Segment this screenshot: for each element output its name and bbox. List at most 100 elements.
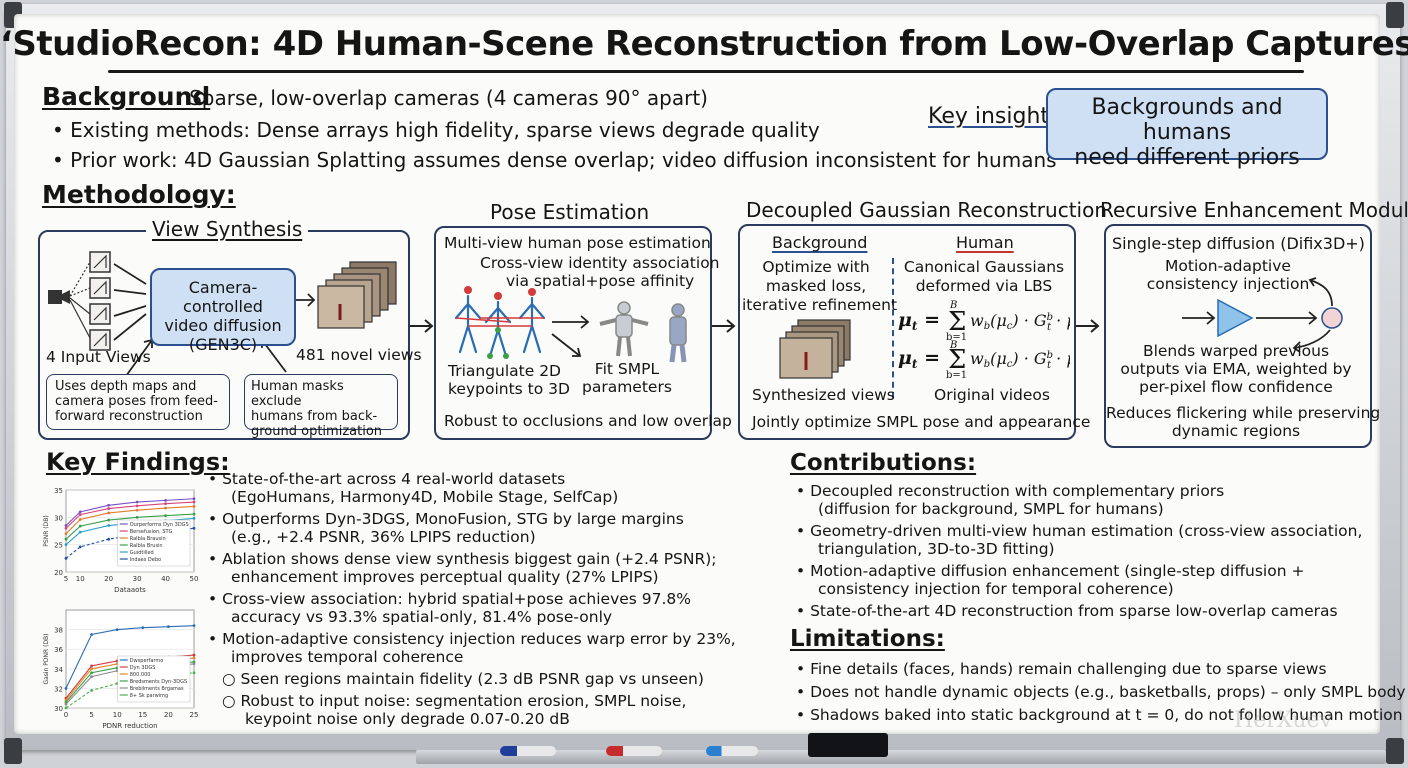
red-marker[interactable]	[606, 746, 662, 756]
eraser[interactable]	[808, 733, 888, 757]
input-views-label: 4 Input Views	[46, 348, 151, 366]
chart-y-tick-label: 30	[54, 705, 63, 713]
mask-note-box: Human masks exclude humans from back- gr…	[244, 374, 398, 439]
chart-point	[78, 545, 82, 549]
chart-point	[78, 524, 82, 528]
chart-y-tick-label: 38	[54, 627, 63, 635]
arrow-icon	[1076, 319, 1100, 333]
chart-x-tick-label: 10	[113, 711, 122, 719]
fit-smpl-label: Fit SMPL parameters	[582, 360, 672, 396]
list-item: • Fine details (faces, hands) remain cha…	[796, 660, 1327, 678]
chart-x-tick-label: 5	[64, 575, 68, 583]
chart-x-tick-label: 5	[89, 711, 93, 719]
smpl-body-icon	[599, 301, 687, 363]
chart-point	[164, 506, 167, 510]
chart-point	[107, 524, 111, 527]
chart-y-tick-label: 34	[54, 666, 63, 674]
chart-y-tick-label: 30	[54, 514, 63, 522]
chart-point	[164, 502, 167, 506]
chart-point	[135, 515, 139, 519]
chart-point	[192, 517, 196, 520]
chart-legend-entry: 800.000	[130, 672, 151, 678]
reduce-text: Reduces flickering while preserving dyna…	[1106, 404, 1381, 440]
key-findings-heading: Key Findings:	[46, 448, 230, 476]
contributions-heading: Contributions:	[790, 450, 977, 476]
chart-point	[90, 671, 93, 675]
pose-line: Multi-view human pose estimation	[444, 234, 711, 252]
chart-point	[107, 537, 111, 541]
note-line: forward reconstruction	[55, 409, 203, 424]
novel-views-stack	[317, 261, 397, 329]
svg-text:B: B	[949, 300, 957, 311]
chart-point	[192, 512, 196, 516]
chart-point	[64, 543, 68, 547]
enhancement-title: Recursive Enhancement Module	[1100, 198, 1408, 222]
chart-point	[78, 518, 82, 521]
watermark: HerXuev	[1234, 708, 1333, 733]
chart-point	[90, 675, 93, 679]
chart-point	[164, 514, 167, 518]
background-bullet: • Prior work: 4D Gaussian Splatting assu…	[52, 148, 1057, 172]
list-item: • Decoupled reconstruction with compleme…	[796, 482, 1225, 518]
frame-corner	[4, 738, 22, 764]
blue-marker[interactable]	[500, 746, 556, 756]
chart-point	[192, 662, 196, 666]
list-item: • Does not handle dynamic objects (e.g.,…	[796, 683, 1406, 701]
chart-point	[64, 702, 68, 706]
marker-tray	[416, 750, 1386, 764]
chart-y-tick-label: 36	[54, 646, 63, 654]
arrow-icon	[551, 315, 590, 357]
chart-legend-entry: Ourperforms Dyn 3DGS	[130, 522, 189, 528]
chart-psnr-datasets: 20 25 30 35 5 10 20 30 40 50 Dataaots PSNR (DB) Ourp…	[43, 487, 198, 594]
arrow-icon	[1182, 277, 1333, 352]
chart-y-tick-label: 20	[54, 569, 63, 577]
chart-psnr-reduction: 30 32 34 36 38 0 5 10 15 20 25 PDNR reduction Gasin …	[43, 609, 198, 730]
diffusion-triangle-icon	[1217, 298, 1254, 338]
list-item: • State-of-the-art 4D reconstruction fro…	[796, 602, 1338, 620]
chart-point	[78, 513, 82, 516]
svg-text:b=1: b=1	[946, 370, 967, 381]
chart-point	[115, 628, 119, 631]
chart-point	[90, 664, 93, 668]
page-title: ‘StudioRecon: 4D Human-Scene Reconstruct…	[0, 24, 1408, 64]
chart-point	[192, 656, 196, 660]
chart-point	[90, 688, 93, 692]
chart-x-tick-label: 15	[138, 711, 147, 719]
input-view-thumbnails	[89, 251, 111, 351]
list-item: • Motion-adaptive diffusion enhancement …	[796, 562, 1305, 598]
synthesized-views-label: Synthesized views	[752, 386, 895, 404]
key-findings-list: • State-of-the-art across 4 real-world d…	[208, 470, 736, 728]
note-line: Human masks exclude	[251, 379, 344, 409]
chart-point	[192, 505, 196, 508]
chart-legend-entry: Ralbla Brausin	[130, 536, 166, 542]
background-bullet: • Existing methods: Dense arrays high fi…	[52, 118, 820, 142]
pose-footer: Robust to occlusions and low overlap	[444, 412, 732, 430]
chart-legend-entry: Bersefusion, STG	[130, 529, 173, 535]
original-videos-label: Original videos	[934, 386, 1050, 404]
svg-text:wb(μc) · Gbt · μc: wb(μc) · Gbt · μc	[970, 349, 1070, 371]
background-summary: : Sparse, low-overlap cameras (4 cameras…	[176, 86, 708, 110]
key-insight-line: need different priors	[1074, 145, 1300, 170]
diffusion-label: (GEN3C)	[188, 335, 258, 354]
frame-corner	[1386, 738, 1404, 764]
list-subitem: ○ Seen regions maintain fidelity (2.3 dB…	[222, 670, 704, 688]
triangulate-label: Triangulate 2D keypoints to 3D	[448, 362, 570, 398]
chart-point	[135, 508, 139, 512]
chart-x-tick-label: 0	[64, 711, 68, 719]
lbs-equations: μt = Σ B b=1 wb(μc) · Gbt · μc μt = Σ B …	[898, 300, 1070, 381]
chart-point	[107, 518, 111, 522]
chart-point	[78, 510, 82, 514]
list-item: • Cross-view association: hybrid spatial…	[208, 590, 692, 626]
note-line: camera poses from feed-	[55, 394, 219, 409]
chart-point	[135, 504, 139, 508]
chart-point	[107, 507, 111, 510]
chart-point	[135, 500, 139, 504]
light-blue-marker[interactable]	[706, 746, 758, 756]
ema-node-icon	[1321, 307, 1343, 329]
chart-point	[64, 537, 68, 541]
list-subitem: ○ Robust to input noise: segmentation er…	[222, 692, 687, 728]
chart-y-axis-label: Gasin PDNR (DB)	[43, 633, 50, 684]
chart-x-tick-label: 20	[104, 575, 113, 583]
diffusion-label: Camera-controlled	[183, 278, 263, 316]
title-underline	[108, 70, 1304, 73]
